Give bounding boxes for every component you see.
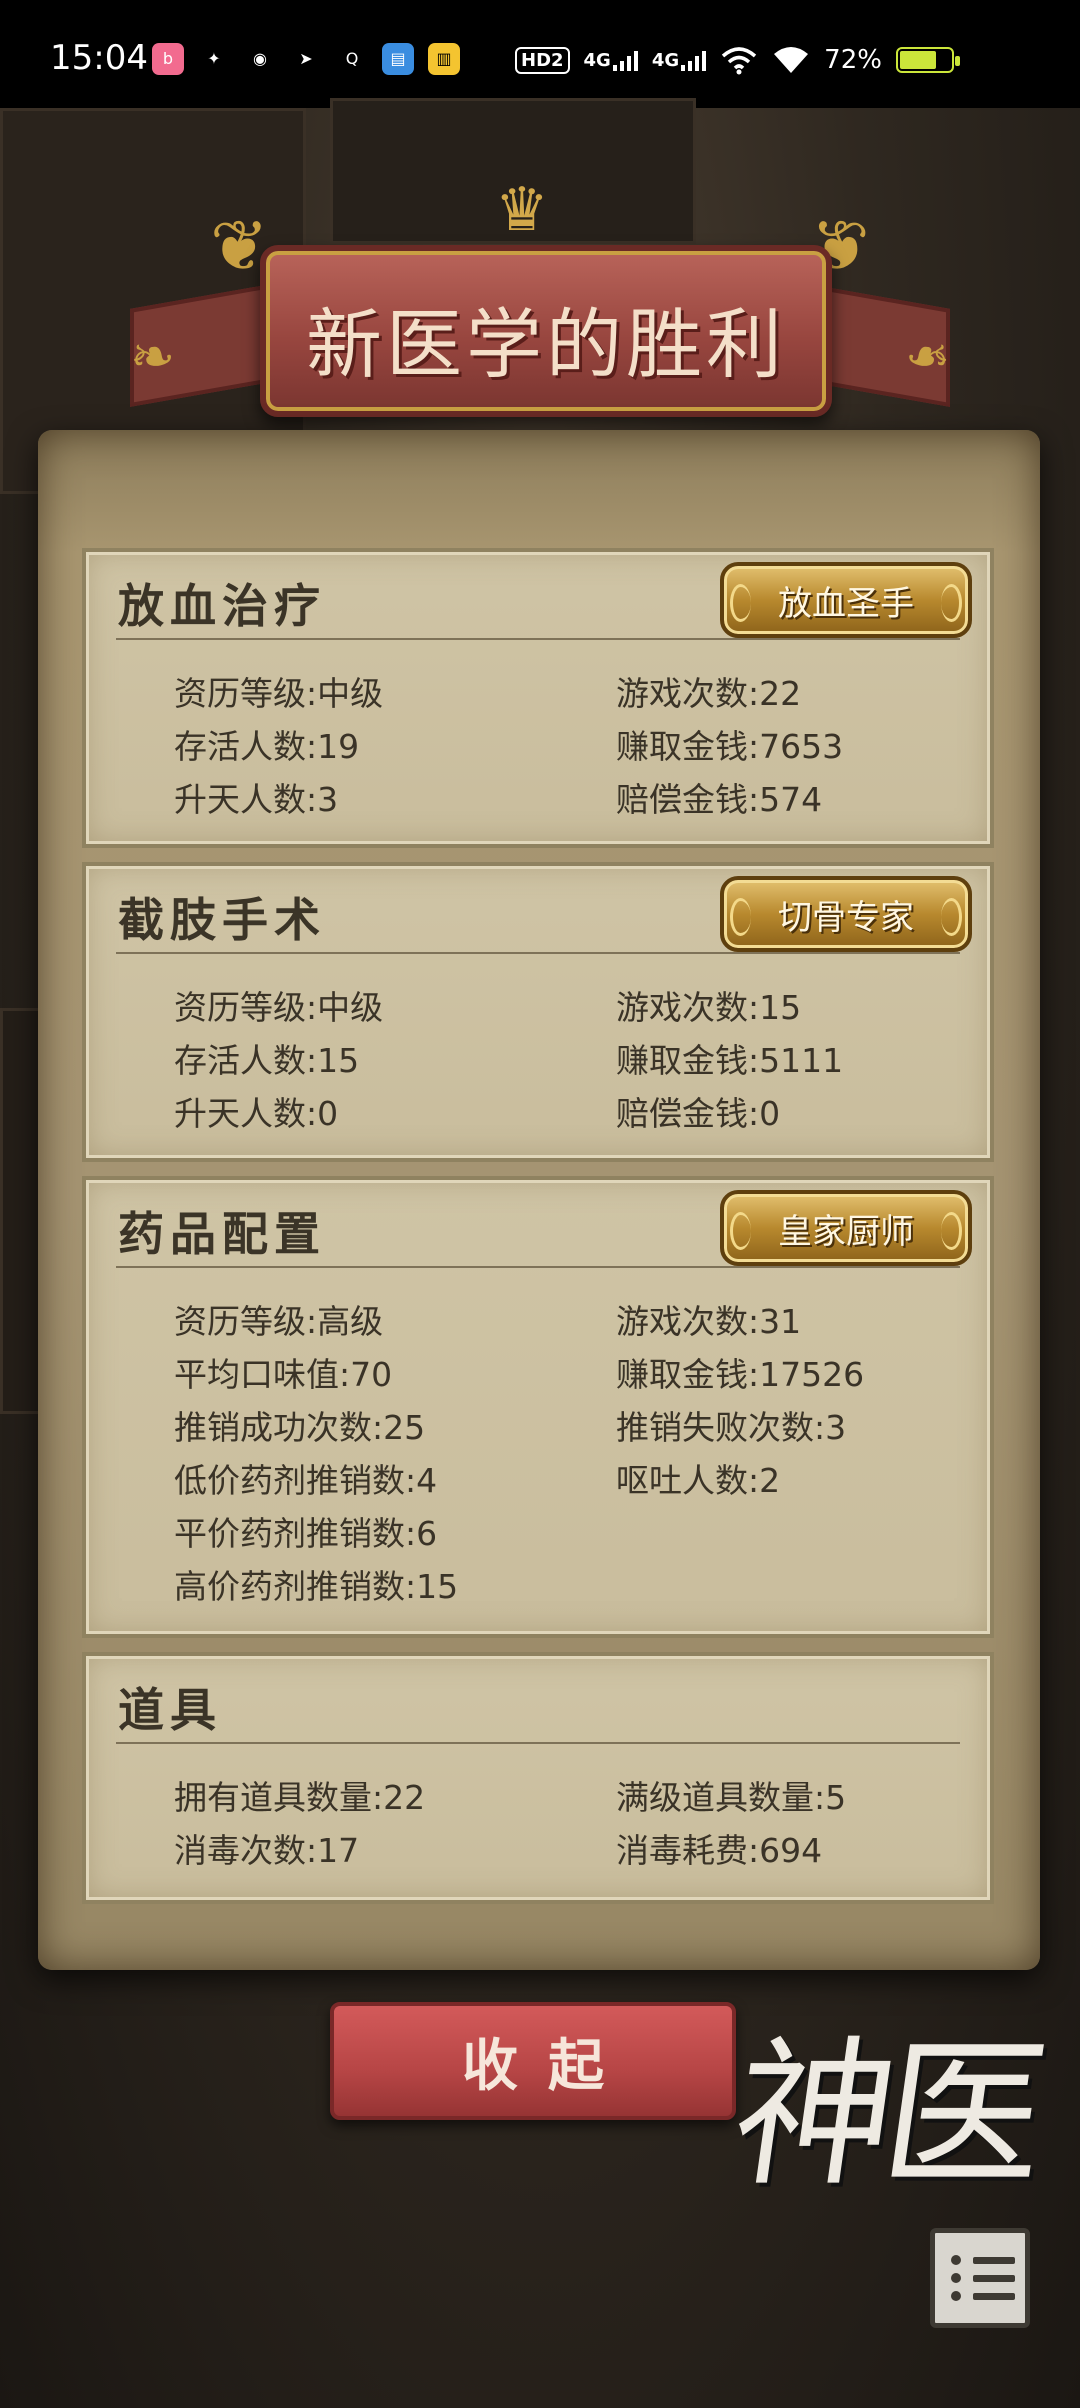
stat-item: 赚取金钱:7653: [616, 727, 844, 766]
reader-app-icon: ▥: [428, 43, 460, 75]
achievement-badge: 切骨专家: [720, 876, 972, 952]
laurel-right-lower-icon: ❧: [904, 325, 950, 388]
stat-item: 游戏次数:22: [616, 674, 802, 713]
stat-item: 游戏次数:15: [616, 988, 802, 1027]
stat-item: 呕吐人数:2: [616, 1461, 781, 1500]
section-title: 道具: [118, 1683, 222, 1737]
stat-item: 推销成功次数:25: [174, 1408, 426, 1447]
crown-ornament-icon: ♛: [495, 175, 549, 245]
stat-item: 存活人数:15: [174, 1041, 360, 1080]
status-bar: 15:04 b ✦ ◉ ➤ Q ▤ ▥ HD2 4G 4G 72%: [0, 0, 1080, 108]
stat-item: 资历等级:高级: [174, 1302, 384, 1341]
stat-item: 资历等级:中级: [174, 988, 384, 1027]
page-title: 新医学的胜利: [306, 300, 786, 389]
hd-voice-icon: HD2: [515, 46, 570, 74]
section-divider: [116, 1266, 960, 1268]
banner-ribbon: 新医学的胜利: [260, 245, 832, 417]
achievement-badge: 皇家厨师: [720, 1190, 972, 1266]
section-title: 放血治疗: [118, 579, 326, 633]
status-indicators: HD2 4G 4G 72%: [515, 40, 960, 80]
stat-item: 升天人数:0: [174, 1094, 339, 1133]
status-app-icons: b ✦ ◉ ➤ Q ▤ ▥: [152, 43, 460, 75]
section-medicine: 药品配置 皇家厨师 资历等级:高级 平均口味值:70 推销成功次数:25 低价药…: [82, 1176, 994, 1638]
stat-item: 游戏次数:31: [616, 1302, 802, 1341]
section-title: 截肢手术: [118, 893, 326, 947]
search-app-icon: Q: [345, 49, 359, 68]
section-bloodletting: 放血治疗 放血圣手 资历等级:中级 存活人数:19 升天人数:3 游戏次数:22…: [82, 548, 994, 848]
network-type-label-1: 4G: [583, 50, 611, 71]
status-time: 15:04: [50, 38, 148, 78]
section-divider: [116, 952, 960, 954]
section-items: 道具 拥有道具数量:22 消毒次数:17 满级道具数量:5 消毒耗费:694: [82, 1652, 994, 1904]
menu-list-icon[interactable]: [930, 2228, 1030, 2328]
section-title: 药品配置: [118, 1207, 326, 1261]
signal-2-icon: 4G: [651, 49, 707, 71]
stat-item: 存活人数:19: [174, 727, 360, 766]
section-amputation: 截肢手术 切骨专家 资历等级:中级 存活人数:15 升天人数:0 游戏次数:15…: [82, 862, 994, 1162]
section-divider: [116, 1742, 960, 1744]
stat-item: 赔偿金钱:574: [616, 780, 823, 819]
stat-item: 高价药剂推销数:15: [174, 1567, 459, 1606]
achievement-badge: 放血圣手: [720, 562, 972, 638]
title-banner: ❦ ❦ ❧ ❧ ♛ 新医学的胜利: [90, 175, 990, 465]
stat-item: 满级道具数量:5: [616, 1778, 847, 1817]
stat-item: 平价药剂推销数:6: [174, 1514, 438, 1553]
stat-item: 赔偿金钱:0: [616, 1094, 781, 1133]
stat-item: 消毒次数:17: [174, 1831, 360, 1870]
stat-item: 赚取金钱:17526: [616, 1355, 865, 1394]
stat-item: 推销失败次数:3: [616, 1408, 847, 1447]
stat-item: 升天人数:3: [174, 780, 339, 819]
battery-percent: 72%: [824, 45, 882, 75]
stat-item: 低价药剂推销数:4: [174, 1461, 438, 1500]
qq-icon: ✦: [207, 49, 221, 68]
wifi-icon: [774, 47, 809, 73]
bilibili-icon: b: [152, 43, 184, 75]
stat-item: 拥有道具数量:22: [174, 1778, 426, 1817]
stat-item: 平均口味值:70: [174, 1355, 393, 1394]
laurel-left-lower-icon: ❧: [130, 325, 176, 388]
stat-item: 消毒耗费:694: [616, 1831, 823, 1870]
collapse-button[interactable]: 收起: [330, 2002, 736, 2120]
stat-item: 资历等级:中级: [174, 674, 384, 713]
network-type-label-2: 4G: [651, 50, 680, 71]
news-app-icon: ▤: [382, 43, 414, 75]
game-logo: 神医: [721, 2021, 1049, 2208]
battery-icon: [895, 47, 960, 73]
telegram-icon: ➤: [299, 49, 313, 68]
hotspot-icon: [722, 47, 757, 75]
weibo-icon: ◉: [253, 49, 267, 68]
stat-item: 赚取金钱:5111: [616, 1041, 844, 1080]
signal-1-icon: 4G: [584, 49, 638, 71]
section-divider: [116, 638, 960, 640]
